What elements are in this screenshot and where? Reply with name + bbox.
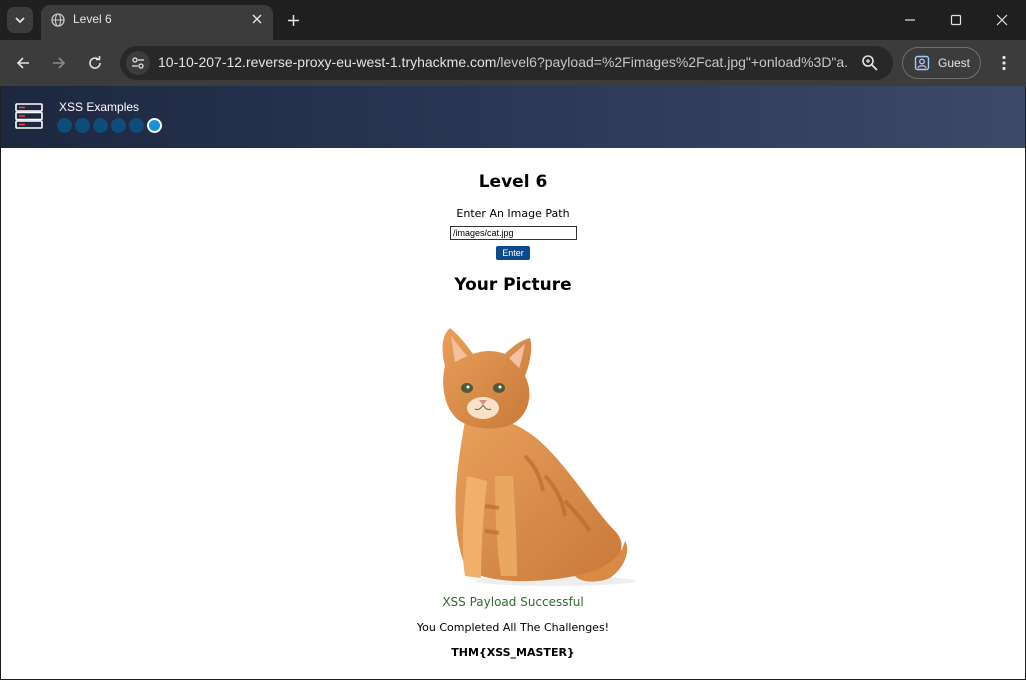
plus-icon xyxy=(287,14,299,26)
back-button[interactable] xyxy=(10,50,36,76)
tab-strip: Level 6 xyxy=(0,0,1026,40)
level-dot[interactable] xyxy=(57,118,72,133)
url-path: /level6?payload=%2Fimages%2Fcat.jpg"+onl… xyxy=(496,54,848,70)
more-menu-button[interactable] xyxy=(992,50,1016,76)
reload-button[interactable] xyxy=(82,50,108,76)
page-title: Level 6 xyxy=(478,172,548,192)
server-icon xyxy=(15,103,43,129)
profile-label: Guest xyxy=(938,56,971,70)
level-dot-current[interactable] xyxy=(147,118,162,133)
image-path-input[interactable]: /images/cat.jpg xyxy=(450,226,577,240)
chevron-down-icon xyxy=(15,17,25,24)
maximize-button[interactable] xyxy=(933,0,979,40)
profile-button[interactable]: Guest xyxy=(902,47,981,79)
level-progress xyxy=(57,118,162,133)
tab-close-button[interactable] xyxy=(249,11,265,27)
browser-tab[interactable]: Level 6 xyxy=(41,5,273,40)
flag-text: THM{XSS_MASTER} xyxy=(451,646,575,659)
forward-button[interactable] xyxy=(46,50,72,76)
minimize-button[interactable] xyxy=(887,0,933,40)
completion-message: You Completed All The Challenges! xyxy=(416,621,610,634)
browser-toolbar: 10-10-207-12.reverse-proxy-eu-west-1.try… xyxy=(0,40,1026,86)
tab-search-button[interactable] xyxy=(7,7,33,33)
site-settings-button[interactable] xyxy=(126,51,150,75)
window-close-icon xyxy=(996,14,1008,26)
cat-picture xyxy=(442,328,635,586)
new-tab-button[interactable] xyxy=(282,9,304,31)
image-path-label: Enter An Image Path xyxy=(456,207,570,220)
picture-heading: Your Picture xyxy=(454,275,572,295)
page-viewport: XSS Examples Level 6 Enter An Image Path… xyxy=(1,86,1025,679)
site-title: XSS Examples xyxy=(59,100,140,114)
tab-title: Level 6 xyxy=(73,12,112,26)
window-close-button[interactable] xyxy=(979,0,1025,40)
maximize-icon xyxy=(950,14,962,26)
level-dot[interactable] xyxy=(111,118,126,133)
enter-button[interactable]: Enter xyxy=(496,246,530,260)
url-host: 10-10-207-12.reverse-proxy-eu-west-1.try… xyxy=(158,54,497,70)
level-dot[interactable] xyxy=(93,118,108,133)
site-settings-icon xyxy=(132,57,144,69)
level-dot[interactable] xyxy=(75,118,90,133)
back-arrow-icon xyxy=(16,57,29,69)
forward-arrow-icon xyxy=(53,57,66,69)
level-dot[interactable] xyxy=(129,118,144,133)
site-header: XSS Examples xyxy=(1,86,1025,148)
success-message: XSS Payload Successful xyxy=(442,595,584,609)
reload-icon xyxy=(89,56,101,69)
url-text: 10-10-207-12.reverse-proxy-eu-west-1.try… xyxy=(158,54,848,70)
address-bar[interactable]: 10-10-207-12.reverse-proxy-eu-west-1.try… xyxy=(120,46,893,80)
more-menu-icon xyxy=(1002,55,1006,71)
globe-icon xyxy=(51,13,65,27)
zoom-icon[interactable] xyxy=(861,54,879,72)
minimize-icon xyxy=(905,19,915,21)
guest-profile-icon xyxy=(914,55,930,71)
close-icon xyxy=(252,14,262,24)
